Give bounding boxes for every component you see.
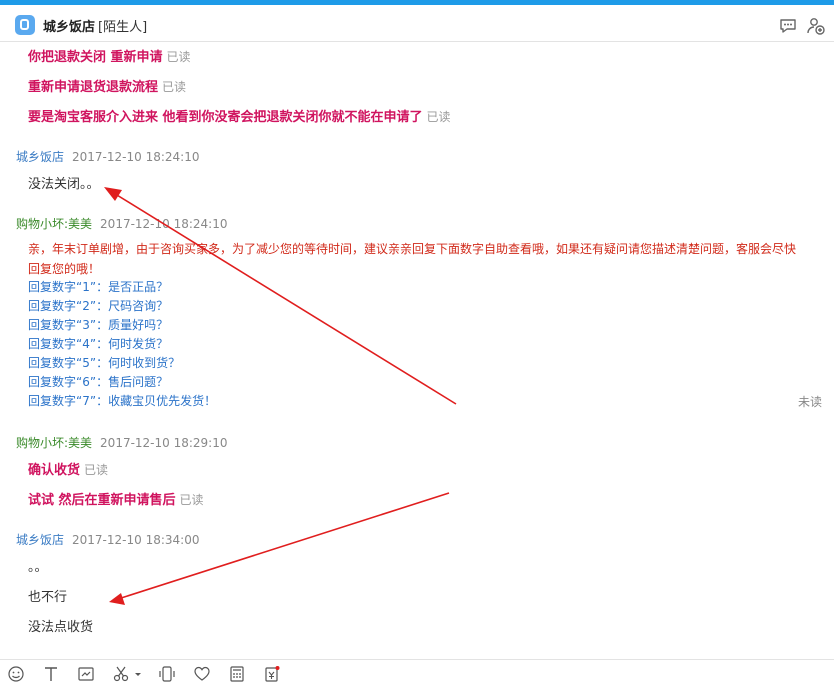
contact-tag: [陌生人] (98, 20, 148, 35)
contact-avatar-icon[interactable] (15, 15, 35, 35)
message-text: 没法点收货 (28, 620, 94, 635)
message-text: 重新申请退货退款流程 (28, 80, 159, 95)
message-text: 确认收货 (28, 463, 81, 478)
emoji-icon[interactable] (7, 665, 25, 683)
input-toolbar (0, 659, 834, 687)
text-format-icon[interactable] (42, 665, 60, 683)
chat-header: 城乡饭店 [陌生人] (0, 5, 834, 42)
screenshot-icon[interactable] (77, 665, 95, 683)
message-text: 试试 然后在重新申请售后 (28, 493, 176, 508)
message-text: 你把退款关闭 重新申请 (28, 50, 163, 65)
read-status: 已读 (179, 493, 204, 507)
message-bubble: 重新申请退货退款流程 已读 (28, 76, 186, 95)
chevron-down-icon[interactable] (133, 665, 143, 683)
message-meta: 购物小坏:美美 2017-12-10 18:29:10 (16, 434, 228, 451)
scissors-icon[interactable] (112, 665, 130, 683)
read-status: 已读 (426, 110, 451, 124)
sender-name[interactable]: 购物小坏:美美 (16, 217, 92, 231)
coupon-icon[interactable] (263, 665, 281, 683)
read-status: 已读 (162, 80, 187, 94)
chat-bubble-icon[interactable] (778, 16, 798, 36)
sender-name[interactable]: 城乡饭店 (16, 533, 64, 547)
sender-name[interactable]: 城乡饭店 (16, 150, 64, 164)
message-text: 也不行 (28, 590, 68, 605)
message-time: 2017-12-10 18:34:00 (72, 533, 200, 547)
auto-reply-text: 亲，年末订单剧增，由于咨询买家多，为了减少您的等待时间，建议亲亲回复下面数字自助… (28, 242, 797, 256)
add-contact-icon[interactable] (806, 16, 826, 36)
sender-name[interactable]: 购物小坏:美美 (16, 436, 92, 450)
message-time: 2017-12-10 18:29:10 (100, 436, 228, 450)
auto-reply-text: 回复您的哦！ (28, 262, 101, 276)
auto-reply-option[interactable]: 回复数字“4”：何时发货？ (28, 335, 168, 352)
message-text: 要是淘宝客服介入进来 他看到你没寄会把退款关闭你就不能在申请了 (28, 110, 423, 125)
message-bubble: 你把退款关闭 重新申请 已读 (28, 46, 191, 65)
message-text: 没法关闭。。 (28, 177, 100, 192)
message-bubble: 确认收货 已读 (28, 459, 108, 478)
shake-icon[interactable] (158, 665, 176, 683)
read-status: 已读 (84, 463, 109, 477)
read-status: 已读 (166, 50, 191, 64)
message-time: 2017-12-10 18:24:10 (100, 217, 228, 231)
message-meta: 购物小坏:美美 2017-12-10 18:24:10 (16, 215, 228, 232)
auto-reply-option[interactable]: 回复数字“6”：售后问题？ (28, 373, 168, 390)
message-text: 。。 (28, 560, 48, 575)
message-time: 2017-12-10 18:24:10 (72, 150, 200, 164)
favorite-icon[interactable] (193, 665, 211, 683)
contact-name[interactable]: 城乡饭店 (43, 16, 95, 35)
chat-history[interactable]: 你把退款关闭 重新申请 已读 重新申请退货退款流程 已读 要是淘宝客服介入进来 他看… (0, 41, 834, 659)
message-meta: 城乡饭店 2017-12-10 18:34:00 (16, 531, 199, 548)
unread-status: 未读 (797, 395, 822, 409)
message-bubble: 试试 然后在重新申请售后 已读 (28, 489, 204, 508)
auto-reply-option[interactable]: 回复数字“7”：收藏宝贝优先发货！ (28, 392, 216, 409)
auto-reply-option[interactable]: 回复数字“2”：尺码咨询？ (28, 297, 168, 314)
auto-reply-option[interactable]: 回复数字“1”：是否正品？ (28, 278, 168, 295)
calculator-icon[interactable] (228, 665, 246, 683)
auto-reply-option[interactable]: 回复数字“3”：质量好吗？ (28, 316, 168, 333)
message-meta: 城乡饭店 2017-12-10 18:24:10 (16, 148, 199, 165)
auto-reply-option[interactable]: 回复数字“5”：何时收到货？ (28, 354, 180, 371)
message-bubble: 要是淘宝客服介入进来 他看到你没寄会把退款关闭你就不能在申请了 已读 (28, 106, 451, 125)
